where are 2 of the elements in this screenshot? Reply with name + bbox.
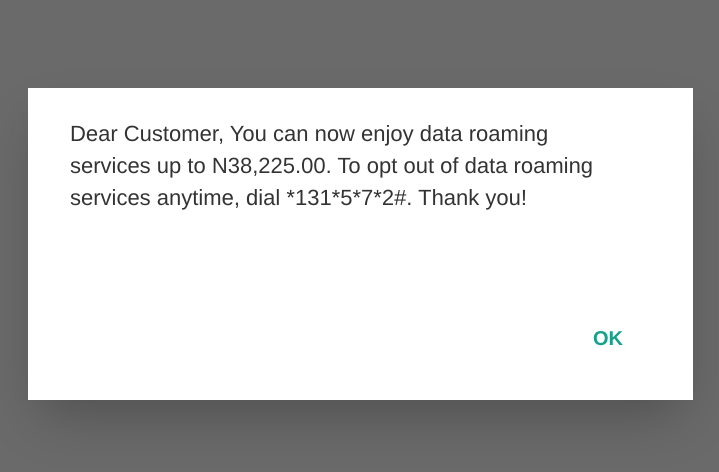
ok-button[interactable]: OK <box>585 320 631 358</box>
dialog-message: Dear Customer, You can now enjoy data roaming services up to N38,225.00. To opt out of data roaming services anytime, dial *131*5*7*2#. Thank you! <box>70 120 594 212</box>
